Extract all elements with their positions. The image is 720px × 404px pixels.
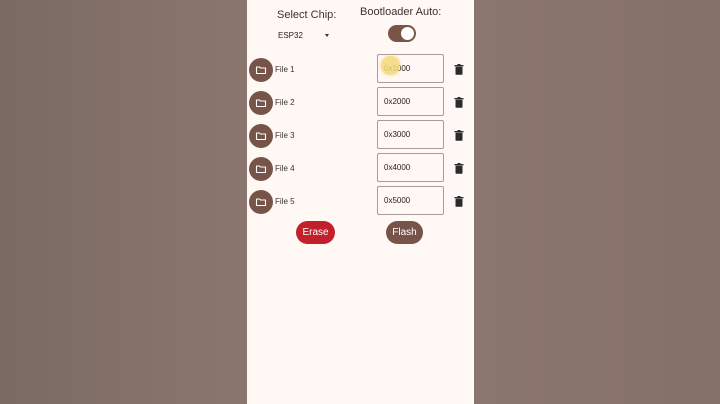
folder-icon[interactable] (249, 190, 273, 214)
flash-button[interactable]: Flash (386, 221, 423, 244)
file-row: File 5 0x5000 (247, 186, 474, 219)
address-input[interactable]: 0x2000 (377, 87, 444, 116)
address-input[interactable]: 0x5000 (377, 186, 444, 215)
file-label: File 2 (275, 98, 295, 107)
file-row: File 1 0x1000 (247, 54, 474, 87)
chip-select-dropdown[interactable]: ESP32 (278, 28, 330, 42)
trash-icon[interactable] (454, 196, 464, 207)
bootloader-auto-toggle[interactable] (388, 25, 416, 42)
folder-icon[interactable] (249, 58, 273, 82)
file-label: File 4 (275, 164, 295, 173)
file-row: File 2 0x2000 (247, 87, 474, 120)
file-label: File 1 (275, 65, 295, 74)
trash-icon[interactable] (454, 163, 464, 174)
folder-icon[interactable] (249, 91, 273, 115)
address-input[interactable]: 0x4000 (377, 153, 444, 182)
toggle-knob (401, 27, 414, 40)
erase-button[interactable]: Erase (296, 221, 335, 244)
address-input[interactable]: 0x3000 (377, 120, 444, 149)
folder-icon[interactable] (249, 124, 273, 148)
chip-select-value: ESP32 (278, 30, 303, 40)
file-label: File 3 (275, 131, 295, 140)
address-input[interactable]: 0x1000 (377, 54, 444, 83)
folder-icon[interactable] (249, 157, 273, 181)
bootloader-auto-label: Bootloader Auto: (360, 6, 442, 18)
app-screen: Select Chip: Bootloader Auto: ESP32 File… (247, 0, 474, 404)
file-row: File 3 0x3000 (247, 120, 474, 153)
video-backdrop-right (474, 0, 720, 404)
file-label: File 5 (275, 197, 295, 206)
trash-icon[interactable] (454, 130, 464, 141)
trash-icon[interactable] (454, 97, 464, 108)
trash-icon[interactable] (454, 64, 464, 75)
select-chip-label: Select Chip: (277, 9, 337, 21)
video-backdrop-left (0, 0, 247, 404)
dropdown-caret-icon (325, 33, 329, 37)
file-row: File 4 0x4000 (247, 153, 474, 186)
